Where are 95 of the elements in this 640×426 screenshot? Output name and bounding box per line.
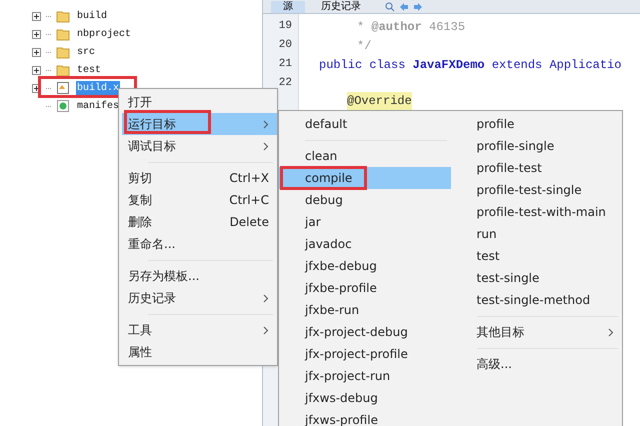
code-line: public class JavaFXDemo extends Applicatio bbox=[319, 56, 622, 74]
menu-item[interactable]: test-single-method bbox=[450, 289, 622, 311]
menu-item[interactable]: jfx-project-debug bbox=[279, 321, 450, 343]
menu-label: profile-test-with-main bbox=[476, 204, 606, 221]
menu-label: test-single bbox=[476, 270, 540, 287]
menu-item[interactable]: default bbox=[279, 113, 450, 135]
menu-label: jfxbe-profile bbox=[305, 280, 377, 297]
menu-label: jfxbe-debug bbox=[305, 258, 377, 275]
menu-item[interactable]: profile bbox=[450, 113, 622, 135]
menu-item[interactable]: test-single bbox=[450, 267, 622, 289]
menu-label: jar bbox=[305, 214, 321, 231]
menu-item[interactable]: 另存为模板... bbox=[122, 265, 277, 287]
menu-label: profile-test bbox=[476, 160, 542, 177]
menu-item[interactable]: javadoc bbox=[279, 233, 450, 255]
menu-label: 另存为模板... bbox=[128, 268, 200, 285]
menu-label: 剪切 bbox=[128, 170, 152, 187]
menu-item[interactable]: profile-test-single bbox=[450, 179, 622, 201]
code-line: *@author 46135 bbox=[357, 18, 466, 36]
menu-item[interactable]: jfx-project-run bbox=[279, 365, 450, 387]
menu-label: 其他目标 bbox=[476, 324, 524, 341]
menu-item[interactable]: 剪切 Ctrl+X bbox=[122, 167, 277, 189]
menu-item[interactable]: profile-test-with-main bbox=[450, 201, 622, 223]
menu-item[interactable]: jfxbe-profile bbox=[279, 277, 450, 299]
menu-item[interactable]: profile-single bbox=[450, 135, 622, 157]
search-icon[interactable] bbox=[385, 2, 395, 12]
line-number: 20 bbox=[278, 38, 292, 54]
menu-label: profile-single bbox=[476, 138, 554, 155]
menu-item[interactable]: 其他目标 bbox=[450, 321, 622, 343]
shortcut-label: Delete bbox=[230, 214, 269, 231]
menu-label: 删除 bbox=[128, 214, 152, 231]
menu-item[interactable]: 属性 bbox=[122, 341, 277, 363]
menu-item[interactable]: jar bbox=[279, 211, 450, 233]
tree-item-label[interactable]: src bbox=[76, 44, 96, 60]
menu-label: clean bbox=[305, 148, 338, 165]
menu-item[interactable]: 打开 bbox=[122, 91, 277, 113]
expand-plus-icon[interactable] bbox=[32, 30, 41, 38]
expand-plus-icon[interactable] bbox=[32, 66, 41, 74]
menu-label: javadoc bbox=[305, 236, 352, 253]
menu-item[interactable]: profile-test bbox=[450, 157, 622, 179]
menu-label: profile-test-single bbox=[476, 182, 582, 199]
menu-label: jfxbe-run bbox=[305, 302, 360, 319]
editor-tab[interactable]: 源 bbox=[271, 0, 305, 12]
menu-label: debug bbox=[305, 192, 343, 209]
menu-label: default bbox=[305, 116, 348, 133]
menu-item[interactable]: debug bbox=[279, 189, 450, 211]
tree-item-label[interactable]: manifes bbox=[76, 98, 120, 114]
menu-label: test-single-method bbox=[476, 292, 590, 309]
menu-label: 打开 bbox=[128, 94, 152, 111]
menu-item[interactable]: jfxbe-debug bbox=[279, 255, 450, 277]
menu-label: 属性 bbox=[128, 344, 152, 361]
menu-label: 工具 bbox=[128, 322, 152, 339]
folder-icon bbox=[56, 63, 70, 77]
menu-item[interactable]: run bbox=[450, 223, 622, 245]
menu-label: 历史记录 bbox=[128, 290, 176, 307]
menu-label: 复制 bbox=[128, 192, 152, 209]
line-number: 19 bbox=[278, 19, 292, 34]
menu-item[interactable]: jfxbe-run bbox=[279, 299, 450, 321]
shortcut-label: Ctrl+C bbox=[229, 192, 269, 209]
menu-item[interactable]: 工具 bbox=[122, 319, 277, 341]
expand-plus-icon[interactable] bbox=[32, 12, 41, 20]
menu-item[interactable]: 历史记录 bbox=[122, 287, 277, 309]
menu-label: 调试目标 bbox=[128, 138, 176, 155]
menu-item[interactable]: clean bbox=[279, 145, 450, 167]
tree-item-label[interactable]: nbproject bbox=[76, 26, 132, 42]
menu-label: profile bbox=[476, 116, 514, 133]
menu-label: 运行目标 bbox=[128, 116, 176, 133]
editor-tab[interactable]: 历史记录 bbox=[309, 0, 373, 12]
menu-label: compile bbox=[305, 170, 352, 187]
menu-label: run bbox=[476, 226, 497, 243]
menu-label: jfx-project-profile bbox=[305, 346, 408, 363]
menu-label: jfx-project-run bbox=[305, 368, 390, 385]
menu-item[interactable]: 复制 Ctrl+C bbox=[122, 189, 277, 211]
menu-item[interactable]: 高级... bbox=[450, 353, 622, 375]
folder-icon bbox=[56, 27, 70, 41]
menu-item[interactable]: test bbox=[450, 245, 622, 267]
menu-item[interactable]: jfx-project-profile bbox=[279, 343, 450, 365]
document-icon bbox=[56, 81, 70, 95]
menu-label: test bbox=[476, 248, 500, 265]
folder-icon bbox=[56, 9, 70, 23]
menu-item[interactable]: 重命名... bbox=[122, 233, 277, 255]
folder-icon bbox=[56, 45, 70, 59]
tree-item-label[interactable]: build bbox=[76, 8, 108, 24]
line-number: 22 bbox=[278, 76, 292, 92]
line-number: 21 bbox=[278, 57, 292, 72]
code-line: */ bbox=[357, 38, 372, 54]
menu-item[interactable]: 删除 Delete bbox=[122, 211, 277, 233]
menu-label: jfxws-debug bbox=[305, 390, 378, 407]
menu-label: jfx-project-debug bbox=[305, 324, 408, 341]
tree-item-label[interactable]: test bbox=[76, 62, 102, 78]
menu-item[interactable]: jfxws-debug bbox=[279, 387, 450, 409]
menu-item[interactable]: 调试目标 bbox=[122, 135, 277, 157]
shortcut-label: Ctrl+X bbox=[229, 170, 269, 187]
menu-label: 重命名... bbox=[128, 236, 176, 253]
expand-plus-icon[interactable] bbox=[32, 48, 41, 56]
menu-label: 高级... bbox=[476, 356, 512, 373]
